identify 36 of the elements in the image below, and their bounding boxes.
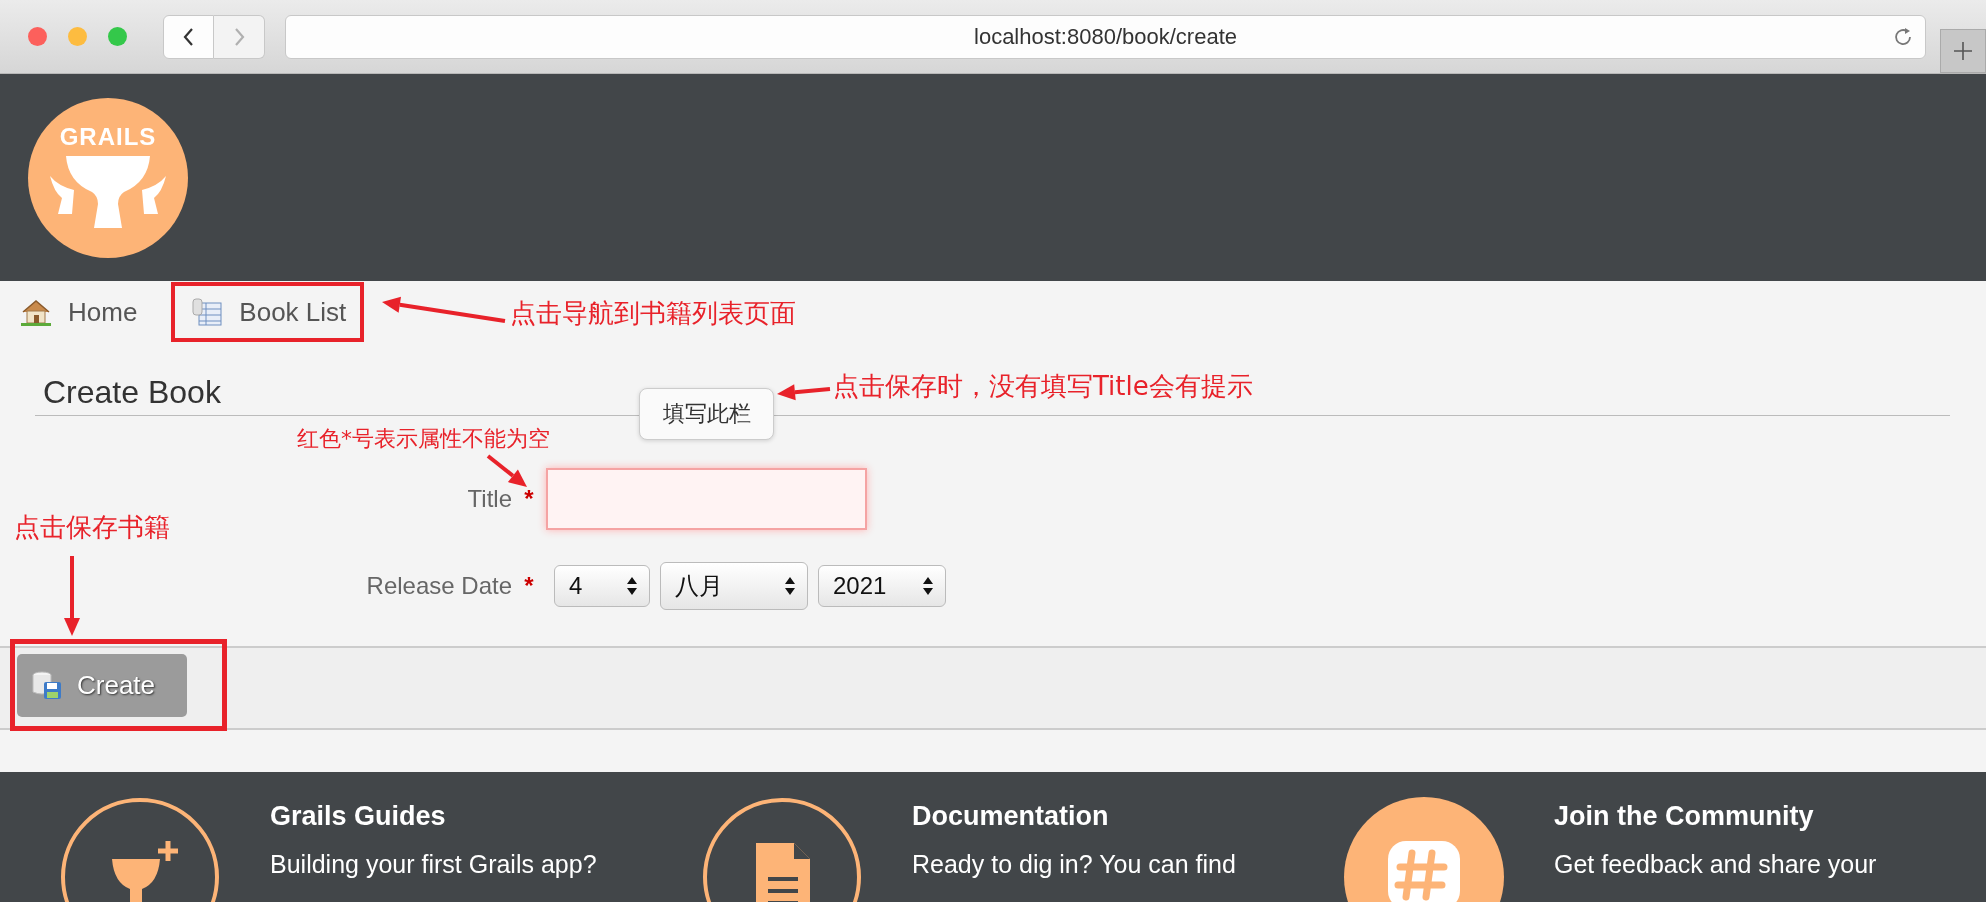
stepper-icon (783, 575, 797, 597)
footer-text: Get feedback and share your (1554, 850, 1877, 879)
required-mark: * (523, 572, 535, 600)
address-bar[interactable]: localhost:8080/book/create (285, 14, 1926, 59)
back-button[interactable] (163, 14, 214, 59)
select-dropdown[interactable]: 4 (554, 565, 650, 607)
nav-link[interactable]: Book List (191, 296, 347, 328)
window-control-icon[interactable] (28, 27, 47, 46)
field-label: Title (466, 485, 512, 513)
url-text: localhost:8080/book/create (974, 23, 1237, 50)
select-dropdown[interactable]: 八月 (660, 562, 808, 610)
title-input[interactable] (546, 468, 867, 530)
annotation-text: 红色*号表示属性不能为空 (297, 425, 550, 453)
annotation-text: 点击保存书籍 (14, 511, 170, 544)
field-label: Release Date (365, 572, 512, 600)
annotation-text: 点击保存时，没有填写Title会有提示 (833, 370, 1253, 403)
footer-heading: Grails Guides (270, 801, 447, 832)
validation-tooltip: 填写此栏 (639, 388, 774, 440)
plus-icon (1952, 40, 1974, 62)
house-icon (20, 297, 52, 327)
nav-link[interactable]: Home (20, 296, 138, 328)
footer-text: Building your first Grails app? (270, 850, 597, 879)
save-icon (31, 670, 63, 700)
footer-heading: Join the Community (1554, 801, 1815, 832)
logo-text: GRAILS (59, 123, 157, 150)
footer-heading: Documentation (912, 801, 1110, 832)
table-icon (191, 297, 224, 327)
footer-text: Ready to dig in? You can find (912, 850, 1236, 879)
stepper-icon (625, 575, 639, 597)
annotation-text: 点击导航到书籍列表页面 (510, 297, 796, 330)
new-tab-button[interactable] (1940, 29, 1986, 73)
required-mark: * (523, 485, 535, 513)
select-dropdown[interactable]: 2021 (818, 565, 946, 607)
window-control-icon[interactable] (68, 27, 87, 46)
window-control-icon[interactable] (108, 27, 127, 46)
stepper-icon (921, 575, 935, 597)
